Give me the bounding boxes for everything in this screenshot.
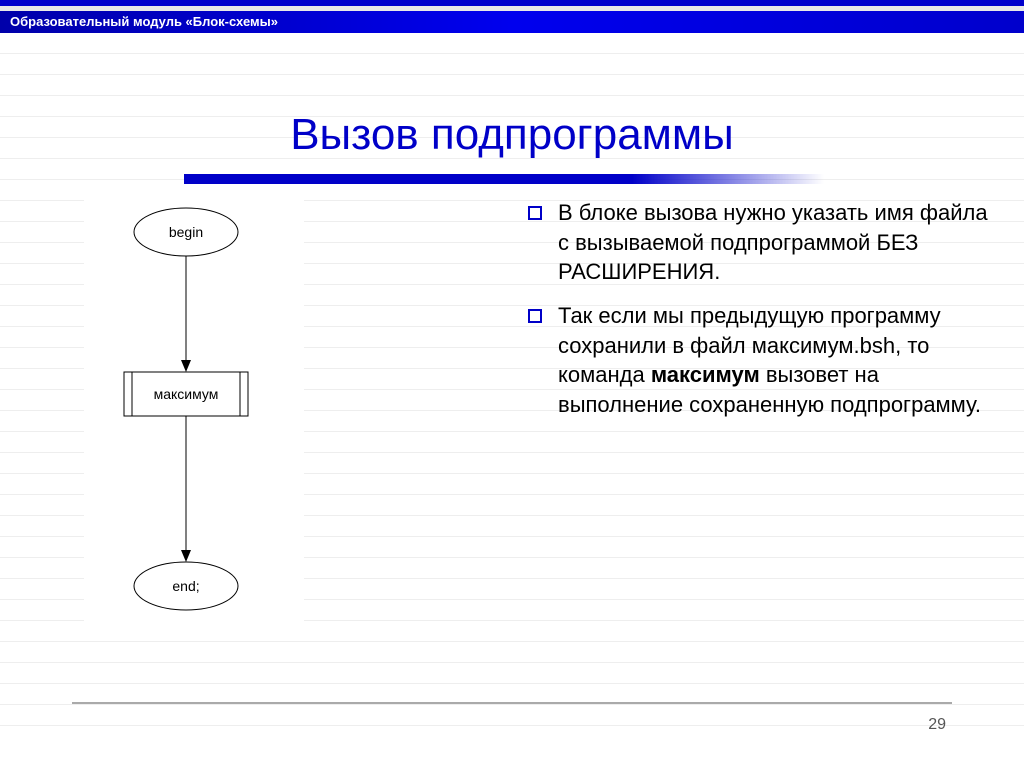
- flow-process-label: максимум: [154, 386, 219, 402]
- page-number: 29: [928, 716, 946, 734]
- bullet-text: Так если мы предыдущую программу сохрани…: [558, 301, 998, 420]
- bullet-item: Так если мы предыдущую программу сохрани…: [528, 301, 998, 420]
- flow-begin-label: begin: [169, 224, 203, 240]
- title-underline: [184, 174, 824, 184]
- bullet-item: В блоке вызова нужно указать имя файла с…: [528, 198, 998, 287]
- bullet-marker-icon: [528, 206, 542, 220]
- flow-end-label: end;: [172, 578, 199, 594]
- bullet-marker-icon: [528, 309, 542, 323]
- bottom-divider: [72, 702, 952, 704]
- header-title: Образовательный модуль «Блок-схемы»: [10, 14, 278, 29]
- slide-title: Вызов подпрограммы: [0, 110, 1024, 160]
- bullet-list: В блоке вызова нужно указать имя файла с…: [528, 198, 998, 434]
- flowchart-diagram: begin максимум end;: [84, 196, 304, 636]
- header-bar: Образовательный модуль «Блок-схемы»: [0, 11, 1024, 33]
- bullet-text: В блоке вызова нужно указать имя файла с…: [558, 198, 998, 287]
